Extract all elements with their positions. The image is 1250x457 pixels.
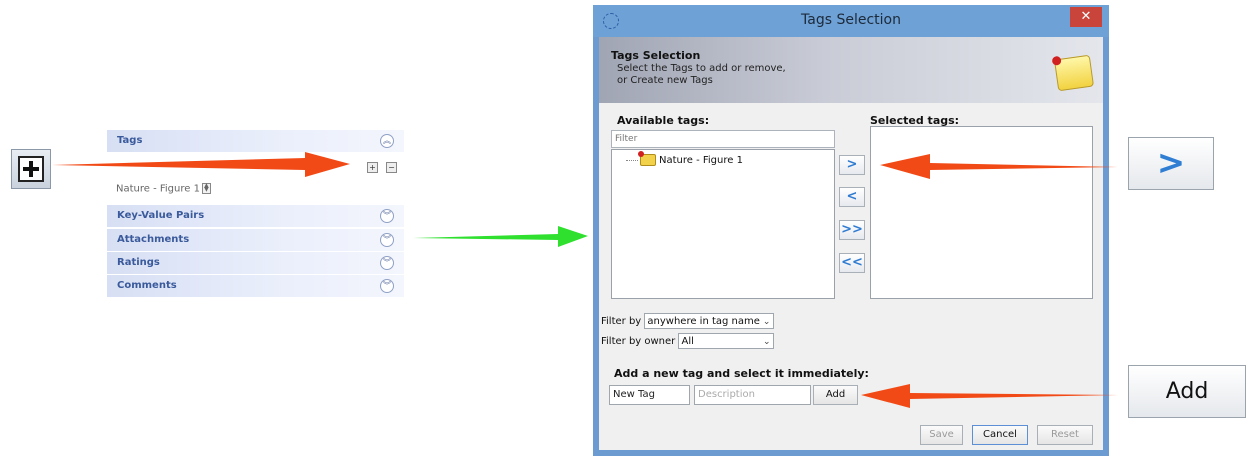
annotation-arrows: [52, 152, 1118, 408]
arrow-red-move-button: [880, 154, 1118, 179]
arrow-green-panel-to-dialog: [413, 226, 588, 247]
arrow-red-add-icon: [52, 152, 350, 177]
arrow-red-add-button: [861, 384, 1118, 408]
